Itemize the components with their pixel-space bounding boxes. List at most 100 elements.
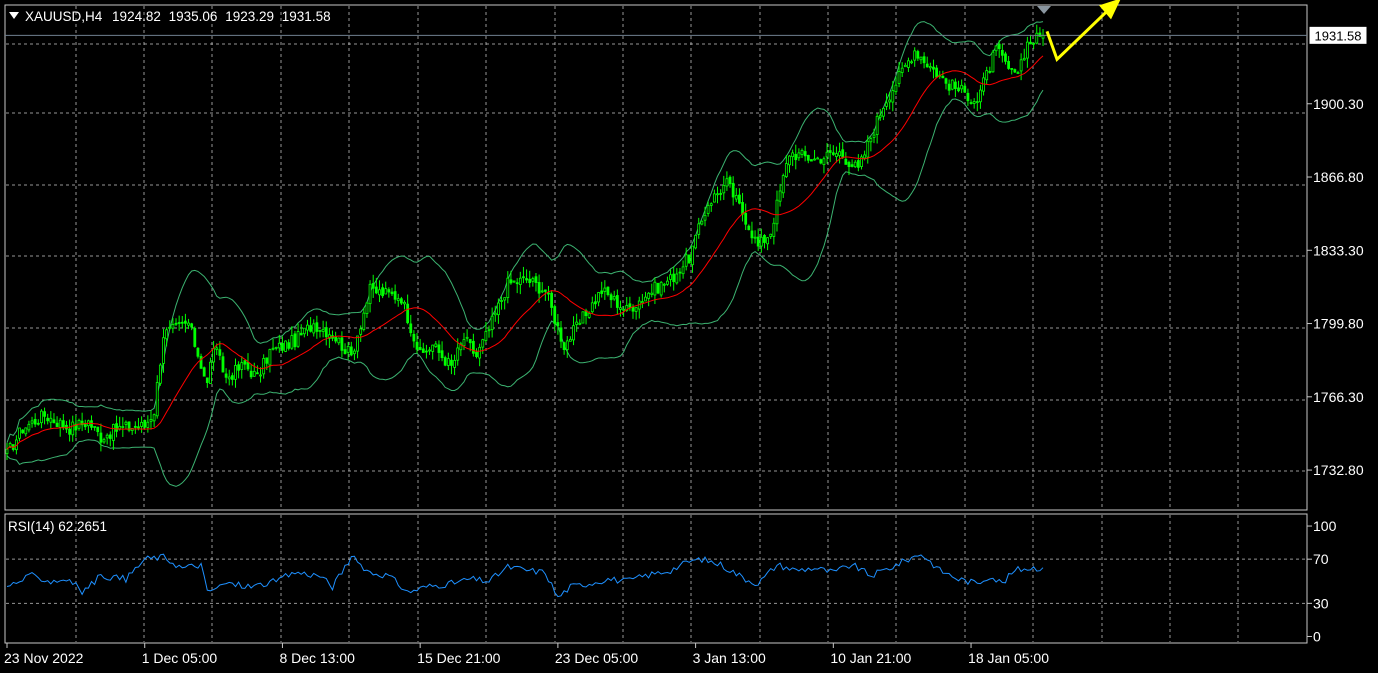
candle-bull	[590, 302, 594, 313]
candle-bull	[234, 365, 237, 380]
candle-bull	[838, 151, 841, 156]
candle-bull	[27, 423, 31, 431]
candle-bear	[810, 159, 813, 162]
candle-bear	[174, 322, 178, 325]
candle-bull	[681, 266, 685, 275]
candle-bear	[52, 419, 56, 424]
candle-bear	[205, 377, 209, 383]
candle-bull	[709, 203, 713, 206]
candle-bull	[644, 296, 647, 302]
candle-bull	[622, 308, 626, 311]
candle-bull	[882, 107, 885, 117]
candle-bear	[218, 349, 222, 356]
candle-bear	[509, 279, 513, 284]
candle-bull	[666, 280, 669, 285]
candle-bull	[653, 281, 657, 296]
candle-bear	[55, 422, 59, 428]
close-value: 1931.58	[282, 9, 331, 24]
candle-bull	[497, 302, 500, 316]
candle-bull	[928, 66, 932, 69]
candle-bull	[171, 324, 175, 329]
price-tick-label: 1766.30	[1313, 389, 1364, 405]
open-value: 1924.82	[112, 9, 161, 24]
candle-bull	[778, 190, 782, 202]
candle-bull	[500, 300, 503, 302]
candle-bull	[913, 50, 917, 61]
candle-bull	[775, 199, 779, 225]
candle-bear	[340, 337, 344, 351]
candle-bull	[569, 338, 572, 342]
trading-chart[interactable]: 1900.30 1866.80 1833.30 1799.80 1766.30 1732.…	[0, 0, 1378, 673]
candle-bull	[979, 89, 982, 103]
candle-bear	[719, 193, 723, 195]
candle-bull	[869, 138, 873, 143]
candle-bear	[672, 273, 676, 282]
candle-bull	[766, 237, 769, 245]
candle-bear	[61, 420, 65, 428]
candle-bull	[165, 329, 169, 340]
candle-bull	[456, 347, 460, 361]
candle-bear	[728, 176, 732, 185]
candle-bear	[36, 422, 40, 425]
candle-bull	[362, 312, 366, 330]
candle-bull	[306, 324, 309, 331]
time-tick-label: 10 Jan 21:00	[830, 650, 911, 666]
candle-bull	[722, 185, 726, 194]
candle-bull	[102, 439, 106, 443]
candle-bull	[872, 134, 876, 138]
candle-bull	[384, 288, 388, 295]
candle-bull	[302, 327, 306, 335]
candle-bull	[271, 347, 275, 350]
candle-bear	[562, 342, 566, 350]
candle-bull	[453, 360, 456, 368]
candle-bear	[750, 230, 754, 239]
candle-bear	[600, 290, 604, 294]
candle-bull	[697, 223, 701, 235]
candle-bear	[525, 278, 528, 281]
price-tick-label: 1866.80	[1313, 169, 1364, 185]
candle-bull	[434, 343, 438, 347]
candle-bear	[315, 322, 319, 332]
candle-bear	[409, 323, 413, 334]
candle-bull	[578, 322, 582, 325]
time-tick-label: 15 Dec 21:00	[417, 650, 500, 666]
candle-bull	[58, 419, 62, 428]
time-tick-label: 8 Dec 13:00	[279, 650, 355, 666]
candle-bear	[349, 346, 353, 356]
candle-bull	[268, 349, 272, 366]
price-tick-label: 1732.80	[1313, 462, 1364, 478]
candle-bear	[43, 411, 46, 417]
candle-bull	[240, 362, 244, 370]
candle-bull	[277, 342, 281, 349]
candle-bear	[556, 322, 560, 327]
candle-bull	[296, 331, 300, 347]
candle-bull	[1022, 57, 1026, 61]
candle-bear	[421, 348, 425, 353]
candle-bear	[68, 428, 71, 435]
candle-bear	[399, 298, 403, 304]
candle-bull	[365, 302, 369, 314]
candle-bear	[374, 286, 378, 294]
candle-bear	[925, 63, 929, 68]
candle-bull	[575, 321, 579, 325]
candle-bull	[781, 175, 785, 194]
candle-bear	[450, 359, 453, 366]
candle-bull	[478, 346, 482, 359]
candle-bear	[190, 323, 194, 328]
candle-bull	[894, 84, 898, 92]
candle-bear	[265, 357, 269, 364]
candle-bull	[903, 64, 907, 68]
candle-bear	[941, 75, 945, 79]
candle-bull	[650, 292, 654, 295]
time-tick-label: 23 Dec 05:00	[555, 650, 638, 666]
candle-bear	[844, 158, 848, 165]
candle-bear	[741, 202, 744, 215]
candle-bear	[440, 350, 444, 358]
candle-bull	[378, 289, 381, 296]
candle-bear	[237, 364, 241, 371]
candle-bear	[856, 160, 860, 168]
candle-bear	[99, 432, 103, 443]
candle-bull	[863, 154, 867, 159]
candle-bear	[997, 43, 1001, 50]
candle-bear	[437, 344, 441, 353]
